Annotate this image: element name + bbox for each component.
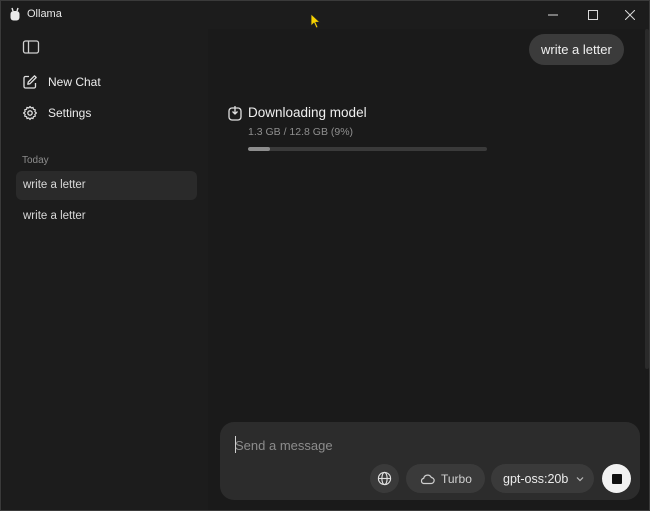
title-bar: Ollama [1,1,649,29]
maximize-button[interactable] [576,1,610,29]
app-window: Ollama New Chat Settings Today write a l… [0,0,650,511]
model-selector[interactable]: gpt-oss:20b [491,464,595,493]
minimize-button[interactable] [536,1,570,29]
user-message-bubble: write a letter [529,34,624,65]
turbo-label: Turbo [441,471,472,486]
turbo-button[interactable]: Turbo [406,464,485,493]
ollama-icon [10,7,20,21]
new-chat-button[interactable]: New Chat [22,74,101,90]
text-caret [235,436,236,453]
chat-history-item[interactable]: write a letter [16,171,197,200]
stop-button[interactable] [602,464,631,493]
chat-area: write a letter Downloading model 1.3 GB … [208,29,649,510]
new-chat-label: New Chat [48,75,101,89]
gear-icon [22,105,38,121]
download-progress-bar [248,147,487,151]
section-label-today: Today [22,155,49,166]
model-label: gpt-oss:20b [503,471,569,486]
sidebar-toggle-icon[interactable] [22,39,40,55]
cloud-icon [420,474,435,484]
close-icon [625,10,635,20]
chat-history-item[interactable]: write a letter [16,202,197,231]
web-search-button[interactable] [370,464,399,493]
minimize-icon [548,14,558,16]
download-progress-text: 1.3 GB / 12.8 GB (9%) [248,126,354,138]
sidebar: New Chat Settings Today write a letter w… [2,29,208,510]
download-progress-fill [248,147,270,151]
stop-icon [611,473,622,484]
mouse-cursor-icon [310,13,321,29]
edit-icon [22,74,38,90]
message-composer: Turbo gpt-oss:20b [220,422,640,500]
download-title: Downloading model [248,105,367,120]
settings-button[interactable]: Settings [22,105,91,121]
window-title: Ollama [27,8,62,20]
maximize-icon [588,10,598,20]
close-button[interactable] [613,1,647,29]
globe-icon [377,471,392,486]
message-input[interactable] [235,436,615,454]
settings-label: Settings [48,106,92,120]
download-icon [228,106,242,121]
scrollbar[interactable] [645,29,649,369]
chevron-down-icon [576,476,584,481]
